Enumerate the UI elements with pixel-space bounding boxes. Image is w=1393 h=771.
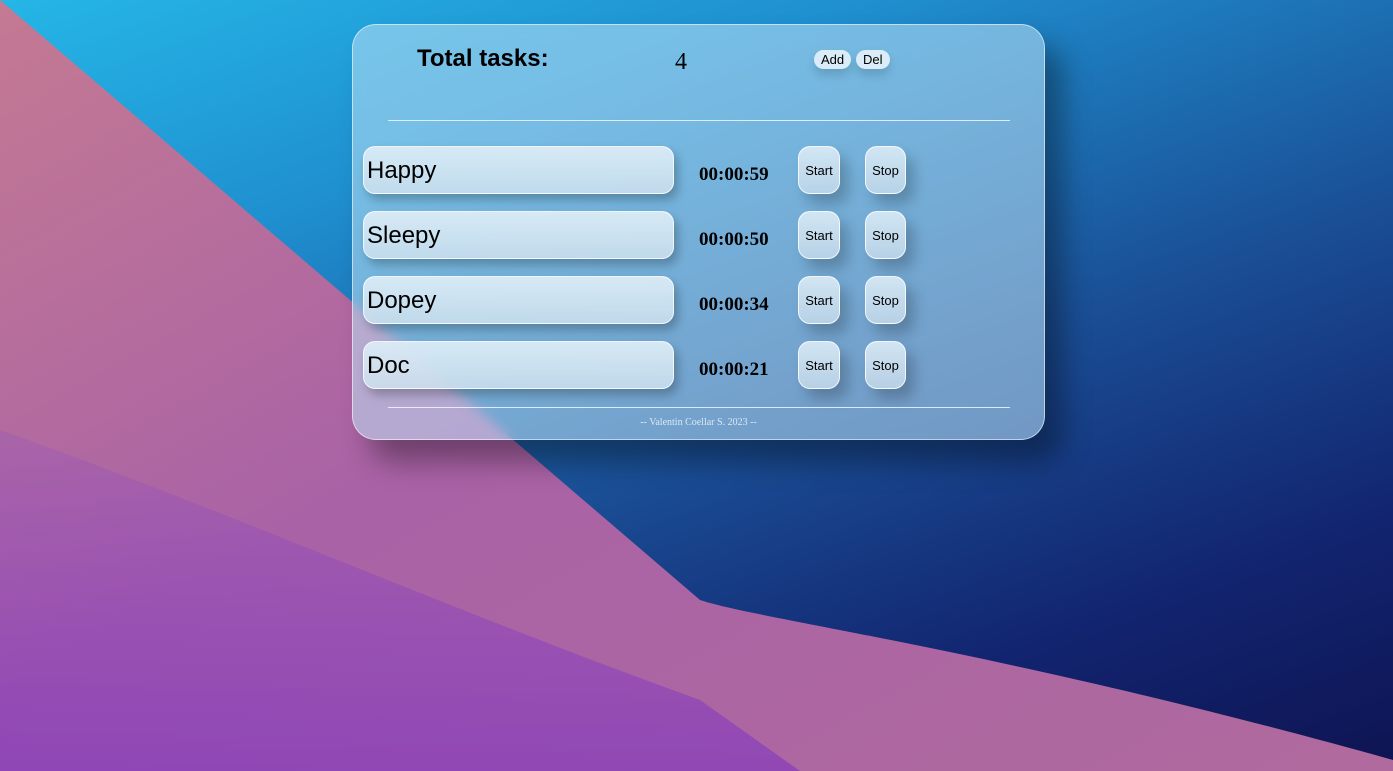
total-tasks-count: 4: [675, 49, 687, 75]
task-name-field[interactable]: Doc: [363, 341, 674, 389]
delete-task-button[interactable]: Del: [856, 50, 890, 69]
top-divider: [388, 120, 1010, 121]
task-row: Dopey 00:00:34 Start Stop: [363, 276, 923, 326]
stop-button[interactable]: Stop: [865, 276, 906, 324]
bottom-divider: [388, 407, 1010, 408]
task-timer: 00:00:59: [699, 164, 769, 185]
total-tasks-label: Total tasks:: [417, 45, 549, 72]
add-task-button[interactable]: Add: [814, 50, 852, 69]
start-button[interactable]: Start: [798, 146, 840, 194]
start-button[interactable]: Start: [798, 211, 840, 259]
footer-credit: -- Valentin Coellar S. 2023 --: [640, 417, 757, 428]
task-name-field[interactable]: Sleepy: [363, 211, 674, 259]
stop-button[interactable]: Stop: [865, 211, 906, 259]
task-timer: 00:00:50: [699, 229, 769, 250]
task-row: Sleepy 00:00:50 Start Stop: [363, 211, 923, 261]
task-name-field[interactable]: Happy: [363, 146, 674, 194]
task-panel: Total tasks: 4 Add Del Happy 00:00:59 St…: [352, 24, 1045, 440]
task-timer: 00:00:21: [699, 359, 769, 380]
stop-button[interactable]: Stop: [865, 341, 906, 389]
stop-button[interactable]: Stop: [865, 146, 906, 194]
task-row: Happy 00:00:59 Start Stop: [363, 146, 923, 196]
task-row: Doc 00:00:21 Start Stop: [363, 341, 923, 391]
start-button[interactable]: Start: [798, 276, 840, 324]
start-button[interactable]: Start: [798, 341, 840, 389]
task-timer: 00:00:34: [699, 294, 769, 315]
task-name-field[interactable]: Dopey: [363, 276, 674, 324]
